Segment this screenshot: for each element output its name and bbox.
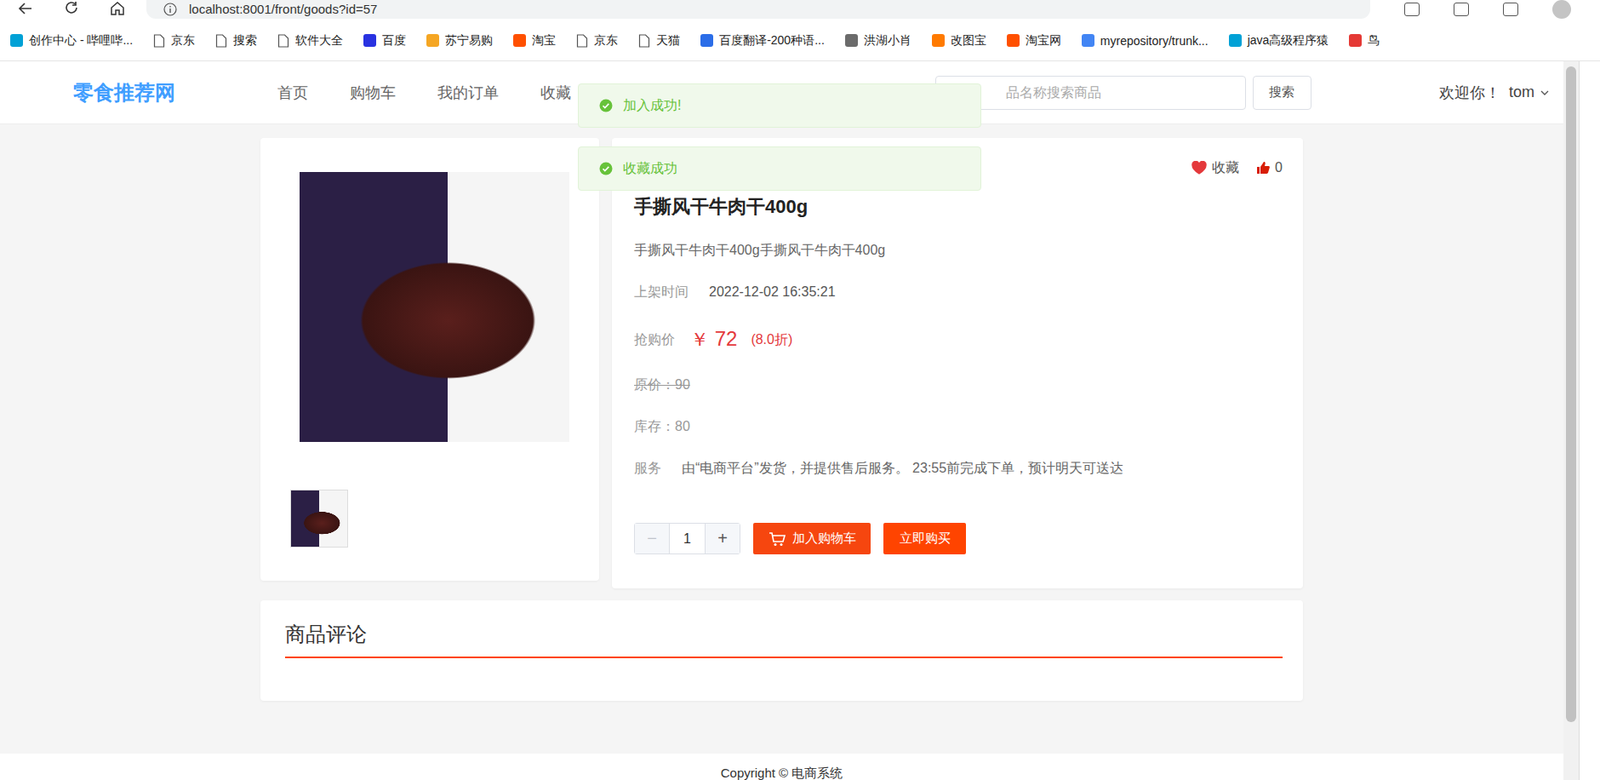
browser-sidebar [1578,61,1600,780]
nav-item[interactable]: 我的订单 [437,82,499,103]
favorites-icon[interactable] [1453,2,1469,17]
product-section: 收藏0手撕风干牛肉干400g手撕风干牛肉干400g手撕风干牛肉干400g上架时间… [260,137,1303,589]
bookmark-item[interactable]: 天猫 [638,33,680,49]
page: 零食推荐网首页购物车我的订单收藏搜索欢迎你！tom收藏0手撕风干牛肉干400g手… [0,61,1564,780]
original-price-row: 原价：90 [634,374,1283,395]
bookmark-item[interactable]: 改图宝 [931,33,987,49]
site-icon [1006,34,1020,47]
chevron-down-icon [1539,87,1550,98]
quantity-input[interactable]: 1 [668,523,706,554]
browser-tools [1404,0,1572,19]
thumbs-up-icon [1256,160,1270,175]
buy-now-button[interactable]: 立即购买 [883,522,966,555]
like-button[interactable]: 0 [1256,160,1283,176]
bookmark-item[interactable]: 软件大全 [277,33,343,49]
product-thumbnail[interactable] [290,489,349,548]
product-photo [299,171,570,442]
site-icon [10,34,23,47]
nav-item[interactable]: 首页 [277,82,309,103]
footer: Copyright © 电商系统 [0,753,1564,780]
main-content: 收藏0手撕风干牛肉干400g手撕风干牛肉干400g手撕风干牛肉干400g上架时间… [0,124,1564,701]
user-menu[interactable]: 欢迎你！tom [1439,82,1550,103]
site-icon [513,34,526,47]
refresh-icon[interactable] [62,0,80,18]
bookmark-item[interactable]: java高级程序猿 [1228,33,1330,49]
site-icon [700,34,714,47]
page-icon [576,34,589,48]
gallery-card [260,137,600,581]
bookmark-item[interactable]: 百度翻译-200种语... [700,33,825,49]
site-icon [845,34,858,47]
site-icon [1348,34,1362,47]
service-row: 服务由“电商平台”发货，并提供售后服务。 23:55前完成下单，预计明天可送达 [634,457,1283,479]
bookmark-item[interactable]: 鸟 [1348,33,1380,49]
price-row: 抢购价￥ 72(8.0折) [634,325,1283,354]
site-icon [426,34,440,47]
nav-item[interactable]: 收藏 [540,82,572,103]
collections-icon[interactable] [1502,2,1519,17]
home-icon[interactable] [108,0,126,18]
profile-icon[interactable] [1552,0,1572,19]
address-row: localhost:8001/front/goods?id=57 [0,0,1600,21]
comments-card: 商品评论 [260,600,1303,701]
bookmark-item[interactable]: 京东 [576,33,618,49]
product-description: 手撕风干牛肉干400g手撕风干牛肉干400g [634,240,1283,261]
search-button[interactable]: 搜索 [1252,75,1312,110]
back-icon[interactable] [17,0,35,18]
bookmark-item[interactable]: myrepository/trunk... [1081,34,1209,48]
nav-item[interactable]: 购物车 [349,82,396,103]
bookmark-item[interactable]: 京东 [153,33,195,49]
page-icon [638,34,651,48]
search-input[interactable] [935,75,1246,110]
favorite-button[interactable]: 收藏 [1191,159,1240,178]
page-icon [215,34,228,48]
stock-row: 库存：80 [634,416,1283,437]
extension-icon[interactable] [1404,2,1420,17]
decrease-button: − [634,523,669,554]
toast-stack: 加入成功! 收藏成功 [577,83,982,191]
main-nav: 首页 购物车 我的订单 收藏 [277,82,572,103]
scrollbar-thumb[interactable] [1565,66,1577,722]
bookmark-item[interactable]: 苏宁易购 [426,33,493,49]
purchase-row: −1+ 加入购物车立即购买 [634,522,1283,555]
site-icon [931,34,945,47]
page-icon [153,34,166,48]
add-to-cart-button[interactable]: 加入购物车 [753,522,871,555]
browser-window: localhost:8001/front/goods?id=57 创作中心 - 哔… [0,0,1600,780]
logo[interactable]: 零食推荐网 [73,79,176,107]
bookmark-item[interactable]: 百度 [363,33,406,49]
comments-title: 商品评论 [285,620,1283,658]
url-text: localhost:8001/front/goods?id=57 [188,0,378,18]
address-bar[interactable]: localhost:8001/front/goods?id=57 [146,0,1371,19]
cart-icon [768,531,786,547]
product-info-card: 收藏0手撕风干牛肉干400g手撕风干牛肉干400g手撕风干牛肉干400g上架时间… [611,137,1303,589]
page-icon [277,34,290,48]
bookmarks-bar: 创作中心 - 哔哩哔... 京东 搜索 软件大全 百度 苏宁易购 淘宝 京东 天猫 百度翻译-20… [0,20,1600,62]
info-icon [163,2,178,17]
site-icon [1228,34,1242,47]
viewport: 零食推荐网首页购物车我的订单收藏搜索欢迎你！tom收藏0手撕风干牛肉干400g手… [0,61,1600,780]
listed-time-row: 上架时间2022-12-02 16:35:21 [634,281,1283,303]
bookmark-item[interactable]: 洪湖小肖 [845,33,912,49]
quantity-stepper: −1+ [634,522,741,555]
check-circle-icon [599,98,613,113]
product-title: 手撕风干牛肉干400g [634,194,1283,220]
search-box: 搜索 [935,75,1312,110]
success-toast: 收藏成功 [577,146,982,191]
bookmark-item[interactable]: 淘宝 [513,33,556,49]
success-toast: 加入成功! [577,83,982,128]
site-icon [363,34,377,47]
scrollbar[interactable] [1563,61,1579,780]
bookmark-item[interactable]: 淘宝网 [1006,33,1062,49]
heart-icon [1191,160,1207,175]
increase-button[interactable]: + [705,523,740,554]
bookmark-item[interactable]: 搜索 [215,33,258,49]
check-circle-icon [599,161,613,176]
site-icon [1081,34,1095,47]
bookmark-item[interactable]: 创作中心 - 哔哩哔... [10,33,133,49]
